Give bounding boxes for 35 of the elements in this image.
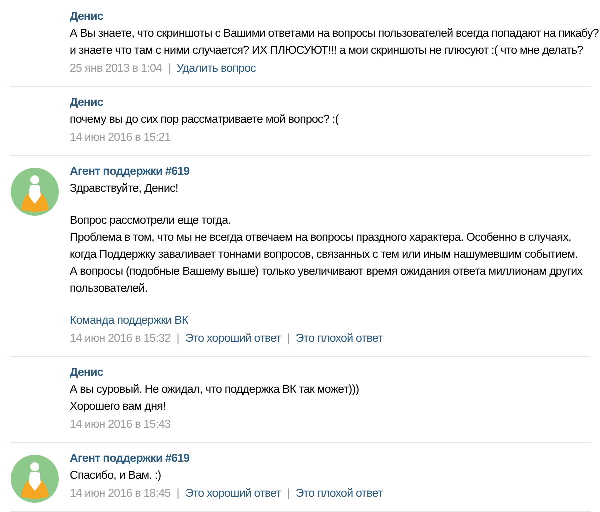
message-date: 14 июн 2016 в 18:45 [70, 487, 171, 502]
separator: | [176, 332, 180, 347]
message-date: 14 июн 2016 в 15:43 [70, 418, 171, 433]
message-date: 14 июн 2016 в 15:32 [70, 332, 171, 347]
avatar-icon [11, 455, 59, 503]
message-text: когда Поддержку заваливает тоннами вопросов, связанных с тем или иным нашумевшим событием. [70, 248, 578, 263]
action-link[interactable]: Это хороший ответ [185, 331, 282, 348]
message-text: Вопрос рассмотрели еще тогда. [70, 214, 232, 229]
message-text: А Вы знаете, что скриншоты с Вашими ответами на вопросы пользователей всегда попадают на пикабу? [70, 27, 599, 42]
author-name[interactable]: Агент поддержки #619 [70, 451, 190, 468]
message-text: А вопросы (подобные Вашему выше) только увеличивают время ожидания ответа миллионам других [70, 265, 583, 280]
separator: | [287, 332, 290, 347]
message-text: пользователей. [70, 282, 148, 297]
message-text: Хорошего вам дня! [70, 400, 166, 415]
message-text: Здравствуйте, Денис! [70, 182, 178, 197]
message-text: Спасибо, и Вам. :) [70, 469, 162, 484]
avatar-icon [11, 168, 59, 216]
message-date: 14 июн 2016 в 15:21 [70, 131, 171, 146]
message-text: А вы суровый. Не ожидал, что поддержка ВК так может))) [70, 383, 360, 398]
separator: | [176, 487, 180, 502]
separator: | [168, 62, 171, 77]
action-link[interactable]: Удалить вопрос [176, 61, 256, 78]
action-link[interactable]: Это хороший ответ [185, 486, 282, 503]
author-name[interactable]: Денис [70, 9, 104, 26]
signature-text: Команда поддержки ВК [70, 314, 188, 329]
separator: | [287, 487, 290, 502]
message-text: Проблема в том, что мы не всегда отвечаем на вопросы праздного характера. Особенно в случаях, [70, 231, 572, 246]
message-text: почему вы до сих пор рассматриваете мой вопрос? :( [70, 113, 339, 128]
author-name[interactable]: Денис [70, 95, 104, 112]
message-date: 25 янв 2013 в 1:04 [70, 62, 162, 77]
author-name[interactable]: Денис [70, 365, 104, 382]
message-text: и знаете что там с ними случается? ИХ ПЛЮСУЮТ!!! а мои скриншоты не плюсуют :( что мне делать? [70, 44, 584, 59]
action-link[interactable]: Это плохой ответ [296, 331, 383, 348]
action-link[interactable]: Это плохой ответ [296, 486, 383, 503]
author-name[interactable]: Агент поддержки #619 [70, 164, 190, 181]
